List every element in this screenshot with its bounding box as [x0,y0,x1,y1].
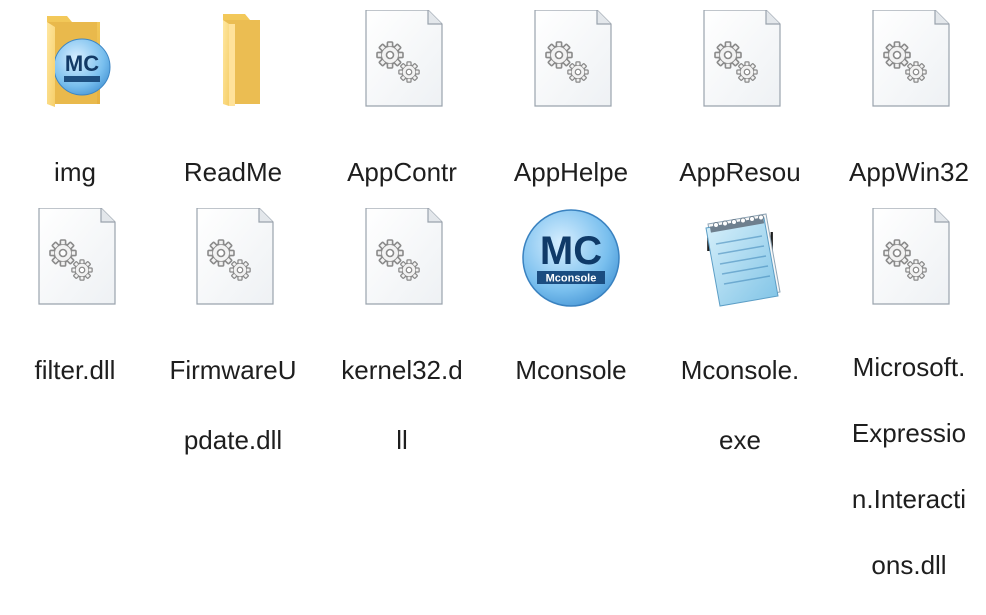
file-item-firmwareupdate-dll[interactable]: FirmwareU pdate.dll [158,208,308,493]
file-label: Mconsole [515,355,627,385]
file-item-filter-dll[interactable]: filter.dll [0,208,150,423]
file-label: FirmwareU pdate.dll [169,355,297,455]
svg-text:Mconsole: Mconsole [546,273,597,285]
dll-file-icon [38,208,116,305]
svg-text:MC: MC [65,51,99,76]
file-item-img[interactable]: MC img [0,10,150,225]
dll-file-icon [365,10,443,107]
file-label: kernel32.d ll [341,355,463,455]
file-label: filter.dll [34,355,116,385]
dll-file-icon [534,10,612,107]
mconsole-logo-icon: MC Mconsole [522,209,620,307]
dll-file-icon [872,208,950,305]
dll-file-icon [365,208,443,305]
dll-file-icon [703,10,781,107]
dll-file-icon [196,208,274,305]
file-label: Microsoft. Expressio n.Interacti ons.dll [851,352,967,580]
folder-with-mconsole-logo-icon: MC [47,16,111,107]
file-item-readme[interactable]: ReadMe [158,10,308,225]
file-label: Mconsole. exe [680,355,800,455]
notepad-exe-icon [705,213,781,307]
dll-file-icon [872,10,950,107]
svg-text:MC: MC [540,229,602,273]
file-grid: MC img ReadMe AppContr ol.dll [0,0,986,580]
folder-icon [223,14,260,106]
file-item-mconsole[interactable]: MC Mconsole Mconsole [496,208,646,423]
file-item-microsoft-expression-interactions-dll[interactable]: Microsoft. Expressio n.Interacti ons.dll [834,208,984,615]
file-item-mconsole-exe[interactable]: Mconsole. exe [665,208,815,493]
file-item-kernel32-dll[interactable]: kernel32.d ll [327,208,477,493]
